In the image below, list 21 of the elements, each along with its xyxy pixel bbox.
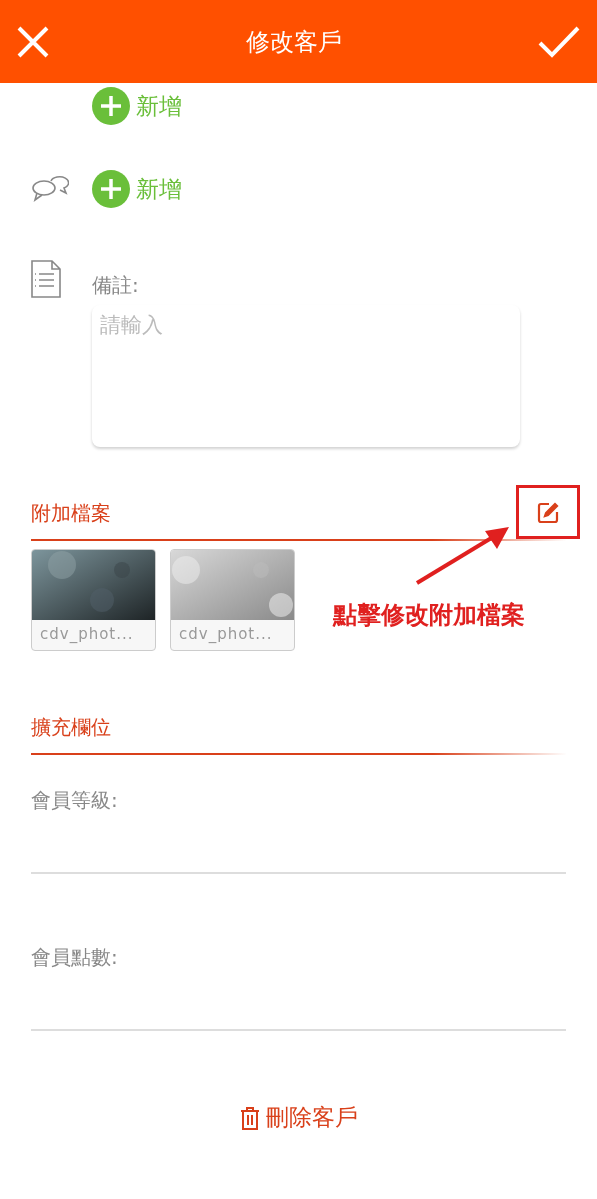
document-list-icon: [31, 260, 61, 298]
file-name: cdv_phot...: [39, 624, 135, 645]
trash-icon: [239, 1105, 260, 1130]
confirm-button[interactable]: [537, 24, 581, 59]
edit-icon[interactable]: [536, 501, 560, 525]
add-button[interactable]: 新增: [92, 170, 182, 208]
attachment-thumbnail[interactable]: cdv_phot...: [31, 549, 156, 651]
notes-label: 備註:: [92, 272, 140, 299]
section-title: 附加檔案: [31, 499, 111, 527]
annotation-text: 點擊修改附加檔案: [333, 600, 525, 631]
file-name: cdv_phot...: [178, 624, 274, 645]
delete-button[interactable]: 刪除客戶: [233, 1101, 364, 1134]
notes-field[interactable]: 請輸入: [92, 305, 520, 447]
attachment-thumbnail[interactable]: cdv_phot...: [170, 549, 295, 651]
add-button[interactable]: 新增: [92, 87, 182, 125]
window-title: 修改客戶: [245, 26, 342, 58]
close-button[interactable]: [16, 24, 50, 59]
field-label: 會員點數:: [31, 944, 119, 971]
section-title: 擴充欄位: [31, 713, 111, 741]
highlight-frame: [516, 485, 580, 539]
field-label: 會員等級:: [31, 787, 119, 814]
